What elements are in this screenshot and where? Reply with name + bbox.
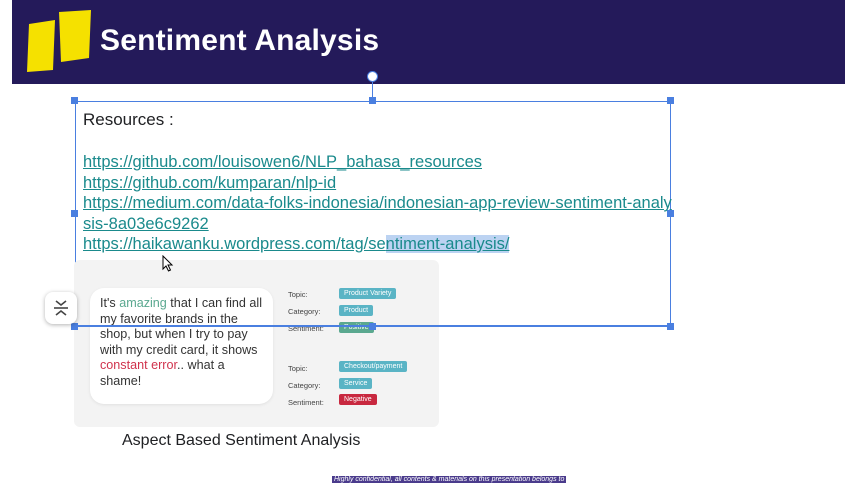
resize-handle-bottom[interactable] <box>369 323 376 330</box>
aspect-label: Topic: <box>288 290 308 299</box>
resize-handle-top-left[interactable] <box>71 97 78 104</box>
aspect-tag: Service <box>339 378 373 389</box>
resize-handle-bottom-right[interactable] <box>667 323 674 330</box>
resource-link[interactable]: https://medium.com/data-folks-indonesia/… <box>83 193 673 234</box>
aspect-label: Sentiment: <box>288 398 324 407</box>
review-quote: It's amazing that I can find all my favo… <box>90 288 273 404</box>
logo-icon <box>27 10 91 72</box>
slide-canvas[interactable]: Sentiment Analysis Resources : https://g… <box>12 0 845 486</box>
slide-header: Sentiment Analysis <box>12 0 845 84</box>
vertical-align-icon <box>54 300 68 316</box>
aspect-label: Topic: <box>288 364 308 373</box>
confidential-footer: Highly confidential, all contents & mate… <box>332 476 567 483</box>
absa-example-image[interactable]: It's amazing that I can find all my favo… <box>74 260 439 427</box>
arrow-cursor-icon <box>162 255 174 272</box>
resize-handle-bottom-left[interactable] <box>71 323 78 330</box>
aspect-tag: Checkout/payment <box>339 361 408 372</box>
aspect-label: Category: <box>288 381 321 390</box>
resource-link[interactable]: https://haikawanku.wordpress.com/tag/sen… <box>83 234 673 255</box>
aspect-tag: Product Variety <box>339 288 397 299</box>
aspect-tag: Product <box>339 305 374 316</box>
rotate-handle[interactable] <box>367 71 378 82</box>
editor-gutter <box>0 0 12 486</box>
resize-handle-top[interactable] <box>369 97 376 104</box>
resize-handle-top-right[interactable] <box>667 97 674 104</box>
slide-title: Sentiment Analysis <box>100 24 380 57</box>
vertical-align-button[interactable] <box>45 292 77 324</box>
resize-handle-left[interactable] <box>71 210 78 217</box>
selected-text: ntiment-analysis/ <box>385 235 510 253</box>
resources-label: Resources : <box>83 110 174 129</box>
link-text: https://haikawanku.wordpress.com/tag/se <box>83 235 386 253</box>
aspect-tag: Negative <box>339 394 377 405</box>
resource-link[interactable]: https://github.com/louisowen6/NLP_bahasa… <box>83 152 673 173</box>
aspect-label: Category: <box>288 307 321 316</box>
resource-link[interactable]: https://github.com/kumparan/nlp-id <box>83 173 673 194</box>
image-caption: Aspect Based Sentiment Analysis <box>122 432 361 449</box>
resource-links: https://github.com/louisowen6/NLP_bahasa… <box>83 152 673 255</box>
